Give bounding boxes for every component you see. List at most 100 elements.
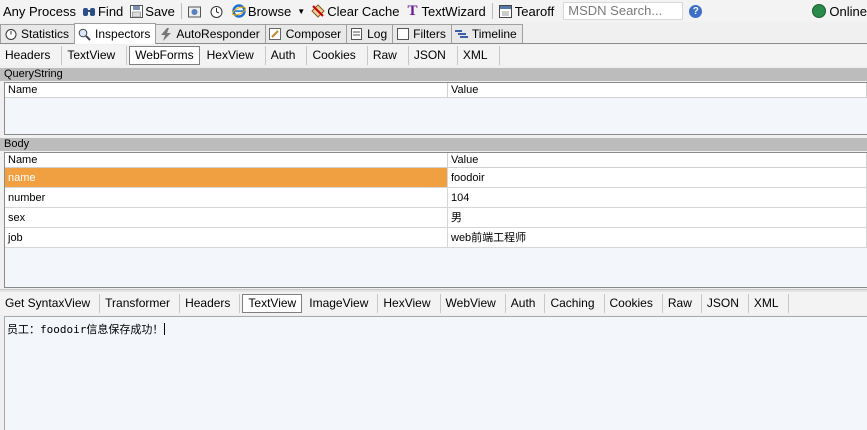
replay-button[interactable] bbox=[185, 1, 207, 21]
req-tab-hexview[interactable]: HexView bbox=[202, 45, 266, 65]
toolbar-divider bbox=[180, 3, 182, 19]
querystring-column-header: Name Value bbox=[5, 83, 867, 98]
save-button[interactable]: Save bbox=[126, 1, 178, 21]
req-tab-xml[interactable]: XML bbox=[458, 45, 500, 65]
tab-label: Transformer bbox=[105, 296, 171, 310]
magnifier-icon bbox=[78, 28, 91, 41]
column-name[interactable]: Name bbox=[5, 153, 448, 168]
tearoff-button[interactable]: Tearoff bbox=[496, 1, 558, 21]
clear-cache-icon bbox=[311, 4, 325, 18]
tab-label: Inspectors bbox=[95, 27, 151, 41]
tab-filters[interactable]: Filters bbox=[392, 24, 452, 43]
req-tab-cookies[interactable]: Cookies bbox=[307, 45, 368, 65]
resp-tab-caching[interactable]: Caching bbox=[545, 293, 605, 313]
resp-tab-hexview[interactable]: HexView bbox=[378, 293, 441, 313]
resp-tab-headers[interactable]: Headers bbox=[180, 293, 241, 313]
body-column-header: Name Value bbox=[5, 153, 867, 168]
row-value[interactable]: web前端工程师 bbox=[448, 228, 867, 247]
pencil-icon bbox=[269, 28, 282, 41]
tab-label: AutoResponder bbox=[176, 27, 260, 41]
find-button[interactable]: Find bbox=[79, 1, 126, 21]
column-value[interactable]: Value bbox=[448, 83, 867, 98]
req-tab-json[interactable]: JSON bbox=[409, 45, 458, 65]
binoculars-icon bbox=[82, 4, 96, 18]
clear-cache-button[interactable]: Clear Cache bbox=[308, 1, 402, 21]
row-value[interactable]: foodoir bbox=[448, 168, 867, 187]
table-row[interactable]: name foodoir bbox=[5, 168, 867, 188]
row-name[interactable]: number bbox=[5, 188, 448, 207]
help-icon[interactable]: ? bbox=[689, 4, 703, 18]
response-text: 员工：foodoir信息保存成功！ bbox=[7, 323, 164, 336]
tab-label: TextView bbox=[67, 48, 116, 62]
any-process-button[interactable]: Any Process bbox=[0, 1, 79, 21]
msdn-search-input[interactable]: MSDN Search... bbox=[563, 2, 684, 20]
req-tab-headers[interactable]: Headers bbox=[0, 45, 63, 65]
tab-statistics[interactable]: Statistics bbox=[0, 24, 76, 43]
tab-label: Composer bbox=[285, 27, 342, 41]
row-value[interactable]: 104 bbox=[448, 188, 867, 207]
body-grid[interactable]: Name Value name foodoir number 104 sex 男… bbox=[4, 152, 867, 288]
request-inspector-tabs: Headers TextView WebForms HexView Auth C… bbox=[0, 45, 867, 65]
resp-tab-webview[interactable]: WebView bbox=[441, 293, 506, 313]
resp-tab-cookies[interactable]: Cookies bbox=[605, 293, 663, 313]
browse-dropdown[interactable]: ▼ bbox=[294, 1, 308, 21]
tab-label: TextView bbox=[248, 296, 297, 310]
tab-label: JSON bbox=[413, 48, 446, 62]
row-value[interactable]: 男 bbox=[448, 208, 867, 227]
tab-label: Timeline bbox=[471, 27, 517, 41]
tab-composer[interactable]: Composer bbox=[264, 24, 348, 43]
stopwatch-icon bbox=[4, 28, 17, 41]
resp-tab-transformer[interactable]: Transformer bbox=[100, 293, 181, 313]
req-tab-webforms[interactable]: WebForms bbox=[129, 45, 200, 65]
table-row[interactable]: job web前端工程师 bbox=[5, 228, 867, 248]
stopwatch-icon bbox=[210, 4, 224, 18]
req-tab-raw[interactable]: Raw bbox=[368, 45, 409, 65]
online-status[interactable]: Online bbox=[812, 0, 867, 22]
table-row[interactable]: sex 男 bbox=[5, 208, 867, 228]
req-tab-auth[interactable]: Auth bbox=[266, 45, 308, 65]
tab-label: Caching bbox=[550, 296, 595, 310]
tab-label: XML bbox=[462, 48, 488, 62]
row-name[interactable]: sex bbox=[5, 208, 448, 227]
resp-tab-raw[interactable]: Raw bbox=[663, 293, 702, 313]
column-name[interactable]: Name bbox=[5, 83, 448, 98]
tab-label: Auth bbox=[510, 296, 536, 310]
tearoff-label: Tearoff bbox=[514, 3, 555, 19]
dropdown-arrow-icon: ▼ bbox=[297, 6, 306, 16]
textwizard-button[interactable]: T TextWizard bbox=[402, 1, 488, 21]
tab-label: Statistics bbox=[21, 27, 70, 41]
tab-log[interactable]: Log bbox=[346, 24, 394, 43]
text-caret bbox=[164, 323, 166, 335]
row-name[interactable]: name bbox=[5, 168, 448, 187]
tab-label: WebView bbox=[445, 296, 496, 310]
tab-timeline[interactable]: Timeline bbox=[450, 24, 523, 43]
resp-tab-json[interactable]: JSON bbox=[702, 293, 749, 313]
tab-label: JSON bbox=[706, 296, 739, 310]
any-process-label: Any Process bbox=[3, 3, 76, 19]
tab-label: XML bbox=[753, 296, 779, 310]
tab-autoresponder[interactable]: AutoResponder bbox=[155, 24, 266, 43]
textwizard-icon: T bbox=[407, 3, 418, 19]
resp-tab-auth[interactable]: Auth bbox=[506, 293, 546, 313]
column-value[interactable]: Value bbox=[448, 153, 867, 168]
log-icon bbox=[350, 28, 363, 41]
tab-label: Raw bbox=[667, 296, 692, 310]
table-row[interactable]: number 104 bbox=[5, 188, 867, 208]
timer-button[interactable] bbox=[207, 1, 229, 21]
querystring-header: QueryString bbox=[0, 68, 867, 81]
querystring-grid[interactable]: Name Value bbox=[4, 82, 867, 135]
browse-button[interactable]: Browse bbox=[229, 1, 294, 21]
response-text-area[interactable]: 员工：foodoir信息保存成功！ bbox=[4, 316, 867, 430]
floppy-icon bbox=[129, 4, 143, 18]
req-tab-textview[interactable]: TextView bbox=[62, 45, 128, 65]
resp-tab-imageview[interactable]: ImageView bbox=[304, 293, 379, 313]
tab-label: Raw bbox=[372, 48, 397, 62]
tab-label: Cookies bbox=[609, 296, 653, 310]
lightning-icon bbox=[159, 27, 172, 41]
tab-inspectors[interactable]: Inspectors bbox=[74, 23, 157, 44]
main-tabs: Statistics Inspectors AutoResponder Comp… bbox=[0, 23, 867, 44]
resp-tab-xml[interactable]: XML bbox=[749, 293, 789, 313]
row-name[interactable]: job bbox=[5, 228, 448, 247]
resp-tab-textview[interactable]: TextView bbox=[242, 293, 303, 313]
resp-tab-get-syntaxview[interactable]: Get SyntaxView bbox=[0, 293, 101, 313]
